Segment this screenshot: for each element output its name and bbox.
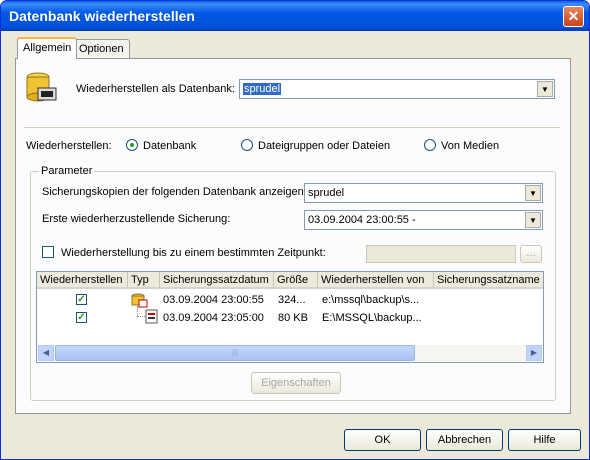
log-backup-icon	[145, 309, 158, 324]
restore-as-label: Wiederherstellen als Datenbank:	[76, 83, 235, 95]
radio-dateigruppen[interactable]	[241, 139, 253, 151]
col-header-size[interactable]: Größe	[274, 272, 318, 289]
browse-time-button[interactable]: ...	[520, 245, 542, 263]
show-backups-label: Sicherungskopien der folgenden Datenbank…	[42, 186, 307, 198]
row2-from: E:\MSSQL\backup...	[322, 312, 422, 324]
col-header-restore[interactable]: Wiederherstellen	[37, 272, 128, 289]
col-header-name[interactable]: Sicherungssatzname	[434, 272, 543, 289]
chevron-down-icon[interactable]: ▼	[525, 185, 541, 201]
database-icon	[26, 72, 57, 102]
chevron-down-icon[interactable]: ▼	[537, 81, 553, 97]
full-backup-icon	[131, 293, 148, 308]
point-in-time-field	[366, 245, 516, 263]
tab-allgemein[interactable]: Allgemein	[17, 37, 78, 59]
cancel-button[interactable]: Abbrechen	[426, 429, 503, 451]
horizontal-scrollbar[interactable]: ◀ ||| ▶	[38, 345, 542, 361]
scroll-thumb[interactable]: |||	[55, 345, 415, 361]
row2-restore-checkbox[interactable]: ✓	[76, 312, 87, 323]
row2-size: 80 KB	[278, 312, 308, 324]
col-header-date[interactable]: Sicherungssatzdatum	[160, 272, 274, 289]
row2-date: 03.09.2004 23:05:00	[163, 312, 264, 324]
radio-von-medien-label: Von Medien	[441, 140, 500, 152]
tree-line	[137, 306, 138, 316]
scroll-left-icon[interactable]: ◀	[38, 345, 54, 361]
properties-button[interactable]: Eigenschaften	[251, 372, 341, 394]
show-backups-combo[interactable]: sprudel ▼	[304, 183, 543, 203]
show-backups-value: sprudel	[308, 187, 345, 199]
radio-datenbank-label: Datenbank	[143, 140, 197, 152]
point-in-time-checkbox[interactable]	[42, 246, 54, 258]
scroll-right-icon[interactable]: ▶	[526, 345, 542, 361]
row1-date: 03.09.2004 23:00:55	[163, 294, 264, 306]
dialog-window: Datenbank wiederherstellen ✕ Allgemein O…	[0, 0, 590, 460]
first-backup-label: Erste wiederherzustellende Sicherung:	[42, 213, 231, 225]
row1-size: 324...	[278, 294, 306, 306]
ok-button[interactable]: OK	[344, 429, 421, 451]
restore-type-label: Wiederherstellen:	[26, 140, 112, 152]
help-button[interactable]: Hilfe	[508, 429, 581, 451]
point-in-time-label: Wiederherstellung bis zu einem bestimmte…	[61, 247, 326, 259]
tab-optionen-label: Optionen	[79, 43, 124, 55]
close-button[interactable]: ✕	[563, 6, 584, 27]
row1-restore-checkbox[interactable]: ✓	[76, 294, 87, 305]
radio-von-medien[interactable]	[424, 139, 436, 151]
title-bar[interactable]: Datenbank wiederherstellen ✕	[1, 1, 589, 31]
general-panel: Wiederherstellen als Datenbank: sprudel …	[15, 58, 571, 414]
restore-as-combo[interactable]: sprudel ▼	[239, 79, 555, 99]
chevron-down-icon[interactable]: ▼	[525, 212, 541, 228]
tab-optionen[interactable]: Optionen	[73, 39, 130, 59]
first-backup-combo[interactable]: 03.09.2004 23:00:55 - ▼	[304, 210, 543, 230]
backup-table: Wiederherstellen Typ Sicherungssatzdatum…	[36, 271, 544, 363]
first-backup-value: 03.09.2004 23:00:55 -	[308, 214, 416, 226]
tab-allgemein-label: Allgemein	[23, 42, 72, 54]
separator	[24, 127, 560, 128]
radio-datenbank[interactable]	[126, 139, 138, 151]
col-header-from[interactable]: Wiederherstellen von	[318, 272, 434, 289]
radio-dateigruppen-label: Dateigruppen oder Dateien	[258, 140, 391, 152]
row1-from: e:\mssql\backup\s...	[322, 294, 420, 306]
parameter-group-label: Parameter	[39, 165, 95, 177]
window-title: Datenbank wiederherstellen	[9, 8, 195, 24]
col-header-type[interactable]: Typ	[128, 272, 160, 289]
restore-as-value: sprudel	[243, 83, 282, 95]
